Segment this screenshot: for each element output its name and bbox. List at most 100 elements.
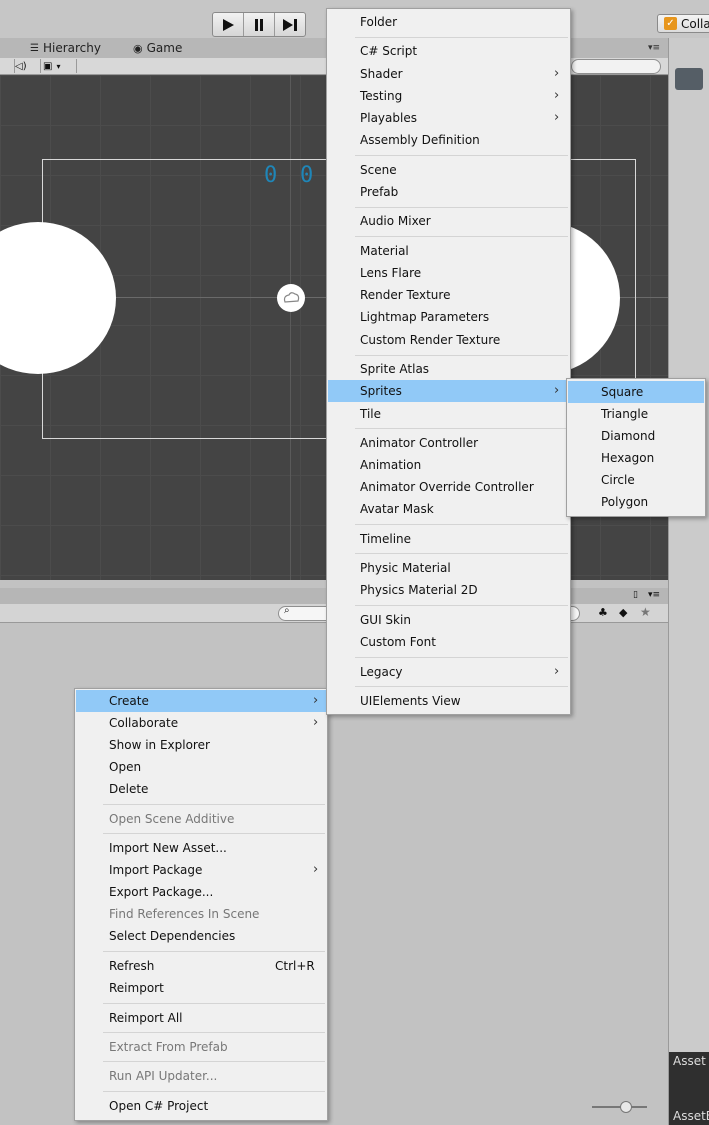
panel-options-icon[interactable]: ▾≡ bbox=[648, 43, 660, 53]
context-item-open-scene-additive: Open Scene Additive bbox=[76, 808, 326, 830]
menu-separator bbox=[355, 155, 568, 156]
context-item-label: Open C# Project bbox=[109, 1099, 209, 1113]
step-icon bbox=[283, 18, 297, 31]
scene-search-input[interactable] bbox=[571, 59, 661, 74]
context-item-label: Show in Explorer bbox=[109, 738, 210, 752]
create-item-label: Animator Override Controller bbox=[360, 480, 534, 494]
create-item-gui-skin[interactable]: GUI Skin bbox=[328, 609, 569, 631]
favorite-star-icon[interactable]: ★ bbox=[640, 605, 651, 619]
audio-toggle[interactable]: ◁) bbox=[12, 59, 41, 73]
context-item-refresh[interactable]: Refresh Ctrl+R bbox=[76, 955, 326, 977]
context-item-reimport-all[interactable]: Reimport All bbox=[76, 1007, 326, 1029]
context-item-delete[interactable]: Delete bbox=[76, 778, 326, 800]
sprites-item-triangle[interactable]: Triangle bbox=[568, 403, 704, 425]
effects-dropdown[interactable]: ▣ ▾ bbox=[40, 59, 77, 73]
sprites-item-diamond[interactable]: Diamond bbox=[568, 425, 704, 447]
context-item-show-in-explorer[interactable]: Show in Explorer bbox=[76, 734, 326, 756]
create-item-label: Legacy bbox=[360, 665, 403, 679]
create-item-physics-material-2d[interactable]: Physics Material 2D bbox=[328, 579, 569, 601]
audio-icon: ◁) bbox=[15, 60, 27, 72]
tab-game[interactable]: ◉ Game bbox=[133, 41, 182, 55]
sprites-item-square[interactable]: Square bbox=[568, 381, 704, 403]
create-item-custom-render-texture[interactable]: Custom Render Texture bbox=[328, 329, 569, 351]
create-item-label: Sprite Atlas bbox=[360, 362, 430, 376]
create-item-sprite-atlas[interactable]: Sprite Atlas bbox=[328, 358, 569, 380]
create-item-audio-mixer[interactable]: Audio Mixer bbox=[328, 210, 569, 232]
context-item-collaborate[interactable]: Collaborate › bbox=[76, 712, 326, 734]
create-item-label: Lightmap Parameters bbox=[360, 310, 490, 324]
create-item-animation[interactable]: Animation bbox=[328, 454, 569, 476]
create-item-label: Render Texture bbox=[360, 288, 451, 302]
create-item-testing[interactable]: Testing › bbox=[328, 85, 569, 107]
context-item-import-new-asset[interactable]: Import New Asset... bbox=[76, 837, 326, 859]
create-item-prefab[interactable]: Prefab bbox=[328, 181, 569, 203]
create-item-label: Custom Font bbox=[360, 635, 436, 649]
context-item-label: Create bbox=[109, 694, 149, 708]
sprites-item-polygon[interactable]: Polygon bbox=[568, 491, 704, 513]
create-item-label: Physics Material 2D bbox=[360, 583, 478, 597]
create-item-avatar-mask[interactable]: Avatar Mask bbox=[328, 498, 569, 520]
play-button[interactable] bbox=[213, 13, 244, 36]
create-item-csharp-script[interactable]: C# Script bbox=[328, 40, 569, 62]
context-item-extract-from-prefab: Extract From Prefab bbox=[76, 1036, 326, 1058]
sprites-submenu: Square Triangle Diamond Hexagon Circle P… bbox=[566, 378, 706, 517]
zoom-slider-knob[interactable] bbox=[620, 1101, 632, 1113]
create-item-label: Tile bbox=[360, 407, 382, 421]
step-button[interactable] bbox=[275, 13, 305, 36]
context-item-import-package[interactable]: Import Package › bbox=[76, 859, 326, 881]
search-icon: ⌕ bbox=[284, 605, 290, 616]
tab-game-label: Game bbox=[146, 41, 183, 55]
ball-sprite[interactable] bbox=[277, 284, 305, 312]
context-item-create[interactable]: Create › bbox=[76, 690, 326, 712]
tab-hierarchy[interactable]: ☰ Hierarchy bbox=[30, 41, 101, 55]
create-item-legacy[interactable]: Legacy › bbox=[328, 661, 569, 683]
chevron-right-icon: › bbox=[554, 88, 560, 103]
create-item-lightmap-parameters[interactable]: Lightmap Parameters bbox=[328, 306, 569, 328]
sprites-item-hexagon[interactable]: Hexagon bbox=[568, 447, 704, 469]
pause-button[interactable] bbox=[244, 13, 275, 36]
asset-label-bottom: AssetB bbox=[673, 1109, 709, 1123]
create-item-timeline[interactable]: Timeline bbox=[328, 528, 569, 550]
tag-icon[interactable]: ◆ bbox=[619, 606, 627, 619]
create-item-label: Assembly Definition bbox=[360, 133, 480, 147]
create-item-material[interactable]: Material bbox=[328, 240, 569, 262]
create-item-physic-material[interactable]: Physic Material bbox=[328, 557, 569, 579]
create-item-scene[interactable]: Scene bbox=[328, 159, 569, 181]
create-item-assembly-definition[interactable]: Assembly Definition bbox=[328, 129, 569, 151]
assets-panel: Asset AssetB bbox=[668, 38, 709, 1125]
context-item-label: Open bbox=[109, 760, 142, 774]
panel-options-icon[interactable]: ▾≡ bbox=[648, 590, 660, 600]
create-item-lens-flare[interactable]: Lens Flare bbox=[328, 262, 569, 284]
create-item-folder[interactable]: Folder bbox=[328, 11, 569, 33]
create-item-label: Shader bbox=[360, 67, 403, 81]
context-item-open-csharp-project[interactable]: Open C# Project bbox=[76, 1095, 326, 1117]
asset-label-top: Asset bbox=[673, 1054, 706, 1068]
chevron-right-icon: › bbox=[313, 693, 319, 708]
sprites-item-circle[interactable]: Circle bbox=[568, 469, 704, 491]
collab-logo-icon: ✓ bbox=[664, 17, 677, 30]
create-item-render-texture[interactable]: Render Texture bbox=[328, 284, 569, 306]
create-item-playables[interactable]: Playables › bbox=[328, 107, 569, 129]
chevron-down-icon: ▾ bbox=[56, 61, 61, 71]
context-item-open[interactable]: Open bbox=[76, 756, 326, 778]
play-icon bbox=[223, 18, 234, 31]
sprites-item-label: Polygon bbox=[601, 495, 649, 509]
chevron-right-icon: › bbox=[313, 862, 319, 877]
context-item-export-package[interactable]: Export Package... bbox=[76, 881, 326, 903]
create-item-uielements-view[interactable]: UIElements View bbox=[328, 690, 569, 712]
context-item-reimport[interactable]: Reimport bbox=[76, 977, 326, 999]
lock-icon[interactable]: ▯ bbox=[633, 590, 638, 600]
create-item-animator-override-controller[interactable]: Animator Override Controller bbox=[328, 476, 569, 498]
context-item-select-dependencies[interactable]: Select Dependencies bbox=[76, 925, 326, 947]
create-item-label: Avatar Mask bbox=[360, 502, 434, 516]
filter-type-icon[interactable]: ♣ bbox=[598, 606, 608, 619]
create-item-label: Physic Material bbox=[360, 561, 451, 575]
collab-button[interactable]: ✓ Colla bbox=[657, 14, 709, 33]
create-item-label: Custom Render Texture bbox=[360, 333, 501, 347]
create-item-tile[interactable]: Tile bbox=[328, 403, 569, 425]
create-item-shader[interactable]: Shader › bbox=[328, 63, 569, 85]
folder-icon[interactable] bbox=[675, 68, 703, 90]
create-item-sprites[interactable]: Sprites › bbox=[328, 380, 569, 402]
create-item-custom-font[interactable]: Custom Font bbox=[328, 631, 569, 653]
create-item-animator-controller[interactable]: Animator Controller bbox=[328, 432, 569, 454]
